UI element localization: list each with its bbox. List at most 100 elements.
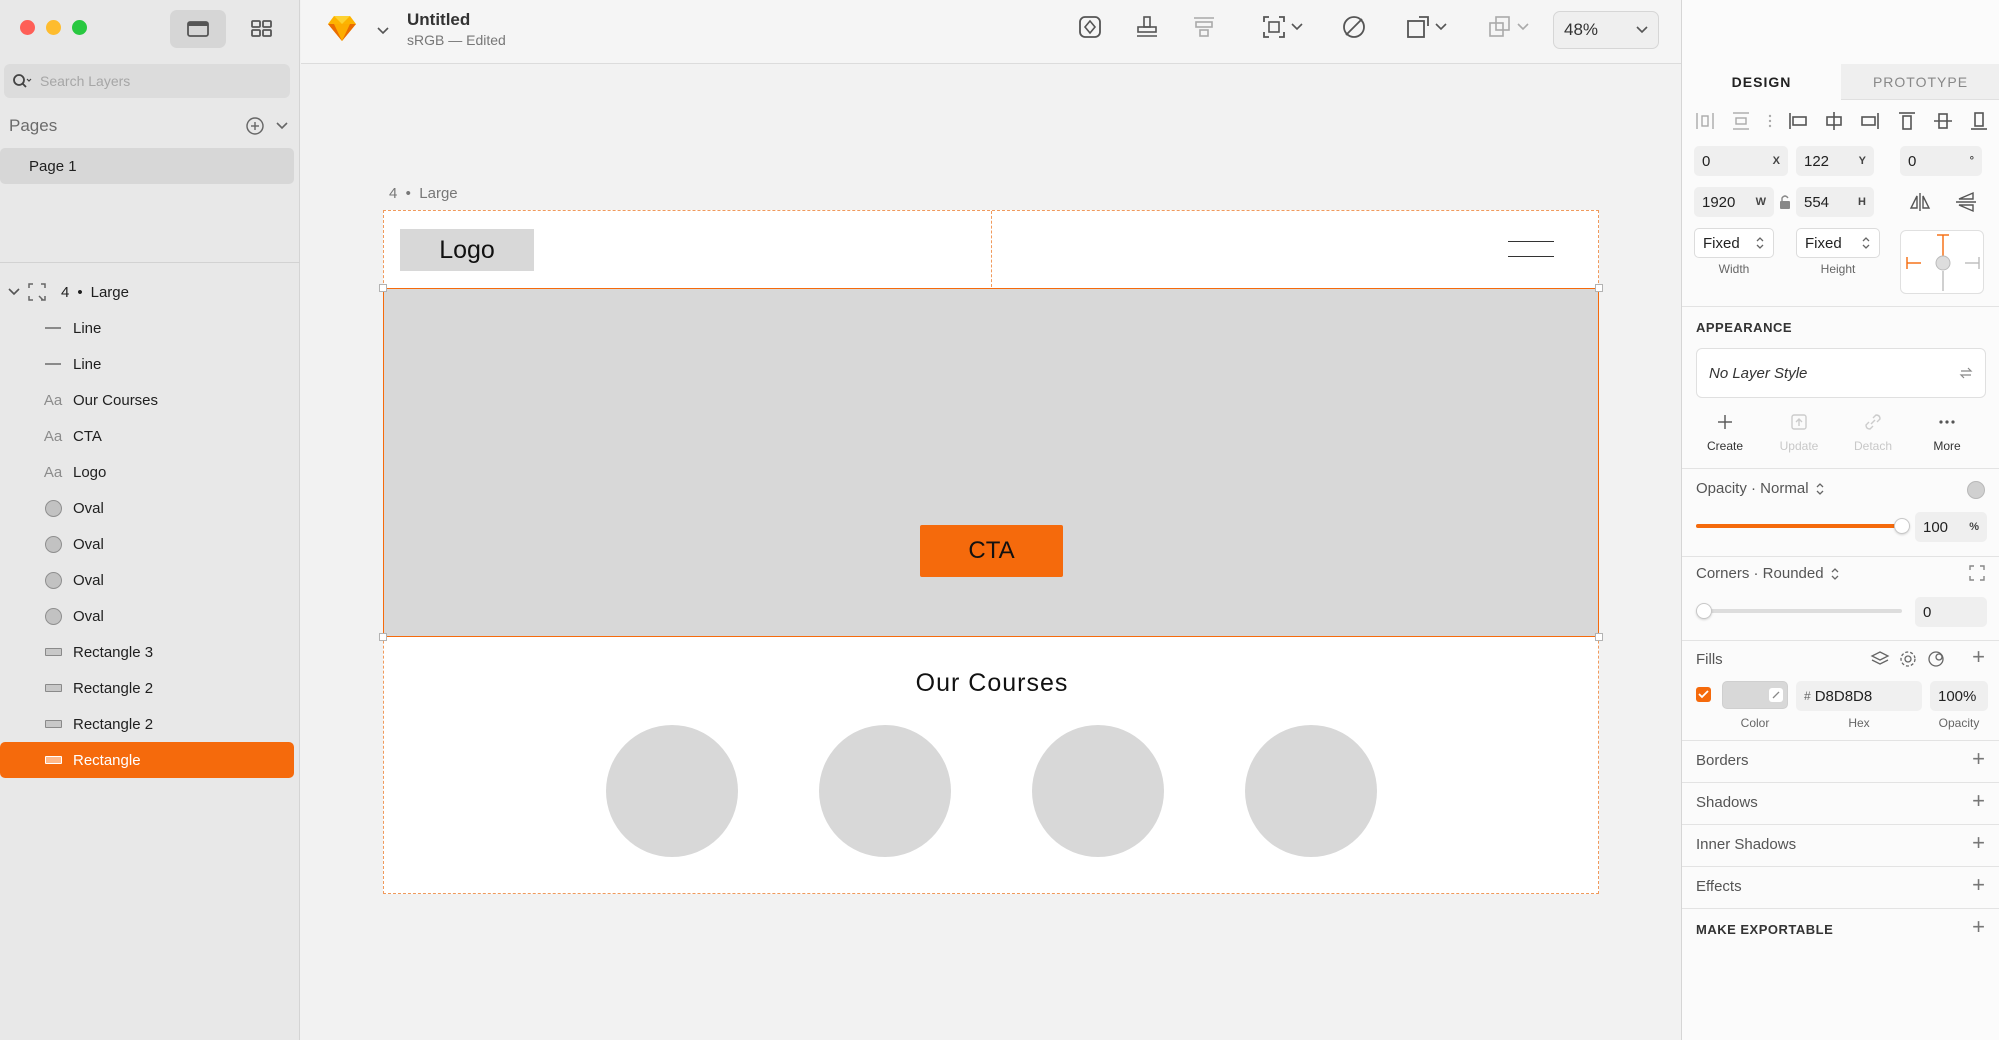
course-oval[interactable] <box>1032 725 1164 857</box>
components-view-button[interactable] <box>234 10 290 48</box>
layer-oval-2[interactable]: Oval <box>0 526 300 562</box>
width-resize-select[interactable]: Fixed <box>1694 228 1774 258</box>
gear-icon[interactable] <box>1898 649 1918 669</box>
corners-style-select[interactable]: Corners · Rounded <box>1696 565 1840 582</box>
hamburger-menu-icon[interactable] <box>1508 241 1554 257</box>
fill-color-swatch[interactable] <box>1722 681 1788 709</box>
distribute-button[interactable] <box>1191 14 1217 40</box>
mask-button[interactable] <box>1341 14 1367 40</box>
rotation-field[interactable]: 0 ° <box>1900 146 1982 176</box>
flip-horizontal-icon[interactable] <box>1908 191 1932 213</box>
y-position-field[interactable]: 122 Y <box>1796 146 1874 176</box>
layer-oval-1[interactable]: Oval <box>0 490 300 526</box>
align-bottom-icon[interactable] <box>1968 110 1990 132</box>
app-menu-button[interactable] <box>327 14 357 42</box>
layers-stack-icon[interactable] <box>1870 649 1890 669</box>
pin-constraints-widget[interactable] <box>1900 230 1984 294</box>
distribute-horizontal-icon[interactable] <box>1694 110 1716 132</box>
add-shadow-button[interactable]: + <box>1972 790 1985 812</box>
layer-group-large[interactable]: 4 • Large <box>0 274 300 310</box>
chevron-down-icon[interactable] <box>8 288 20 296</box>
design-canvas[interactable]: 4 • Large Logo CTA Our Courses <box>301 65 1681 1040</box>
resize-tool-button[interactable] <box>1405 14 1447 40</box>
layer-oval-3[interactable]: Oval <box>0 562 300 598</box>
corner-radius-slider[interactable] <box>1696 609 1902 613</box>
color-variables-icon[interactable] <box>1926 649 1946 669</box>
tab-prototype[interactable]: PROTOTYPE <box>1841 64 1999 100</box>
page-item-page-1[interactable]: Page 1 <box>0 148 294 184</box>
document-menu-button[interactable] <box>377 22 389 40</box>
course-oval[interactable] <box>819 725 951 857</box>
layer-style-select[interactable]: No Layer Style <box>1696 348 1986 398</box>
add-inner-shadow-button[interactable]: + <box>1972 832 1985 854</box>
corner-radius-slider-knob[interactable] <box>1696 603 1712 619</box>
align-top-icon[interactable] <box>1896 110 1918 132</box>
layer-rectangle-2b[interactable]: Rectangle 2 <box>0 706 300 742</box>
flip-vertical-icon[interactable] <box>1954 191 1978 213</box>
layer-line-1[interactable]: Line <box>0 310 300 346</box>
width-field[interactable]: 1920 W <box>1694 187 1774 217</box>
layer-cta[interactable]: Aa CTA <box>0 418 300 454</box>
zoom-window-button[interactable] <box>72 20 87 35</box>
add-export-button[interactable]: + <box>1972 916 1985 938</box>
more-style-button[interactable]: More <box>1912 412 1982 453</box>
lock-icon[interactable] <box>1778 194 1792 210</box>
resize-handle[interactable] <box>1595 633 1603 641</box>
update-style-button[interactable]: Update <box>1764 412 1834 453</box>
collapse-pages-button[interactable] <box>275 121 289 131</box>
corner-radius-field[interactable]: 0 <box>1915 597 1987 627</box>
height-field[interactable]: 554 H <box>1796 187 1874 217</box>
layer-oval-4[interactable]: Oval <box>0 598 300 634</box>
logo-placeholder[interactable]: Logo <box>400 229 534 271</box>
height-resize-select[interactable]: Fixed <box>1796 228 1880 258</box>
add-fill-button[interactable]: + <box>1972 646 1985 668</box>
resize-handle[interactable] <box>1595 284 1603 292</box>
cta-button[interactable]: CTA <box>920 525 1063 577</box>
fill-hex-field[interactable]: # D8D8D8 <box>1796 681 1922 711</box>
artboard-large[interactable]: Logo CTA Our Courses <box>379 210 1603 894</box>
add-effect-button[interactable]: + <box>1972 874 1985 896</box>
fill-opacity-field[interactable]: 100% <box>1930 681 1988 711</box>
boolean-ops-button[interactable] <box>1487 14 1529 40</box>
course-oval[interactable] <box>606 725 738 857</box>
create-symbol-button[interactable] <box>1077 14 1103 40</box>
create-style-button[interactable]: Create <box>1690 412 1760 453</box>
opacity-blend-select[interactable]: Opacity · Normal <box>1696 480 1825 497</box>
align-middle-icon[interactable] <box>1932 110 1954 132</box>
opacity-toggle[interactable] <box>1967 481 1985 499</box>
opacity-value-field[interactable]: 100 % <box>1915 512 1987 542</box>
layer-rectangle-3[interactable]: Rectangle 3 <box>0 634 300 670</box>
zoom-dropdown[interactable]: 48% <box>1553 11 1659 49</box>
canvas-view-button[interactable] <box>170 10 226 48</box>
align-right-icon[interactable] <box>1859 110 1881 132</box>
x-position-field[interactable]: 0X <box>1694 146 1788 176</box>
frame-tool-button[interactable] <box>1261 14 1303 40</box>
more-dots-vertical-icon[interactable] <box>1767 110 1773 132</box>
search-input[interactable] <box>40 73 270 89</box>
header-divider-line[interactable] <box>991 211 992 287</box>
detach-style-button[interactable]: Detach <box>1838 412 1908 453</box>
layer-rectangle-selected[interactable]: Rectangle <box>0 742 294 778</box>
distribute-vertical-icon[interactable] <box>1730 110 1752 132</box>
our-courses-heading[interactable]: Our Courses <box>384 669 1600 698</box>
align-left-icon[interactable] <box>1787 110 1809 132</box>
minimize-window-button[interactable] <box>46 20 61 35</box>
resize-handle[interactable] <box>379 284 387 292</box>
hero-rectangle[interactable]: CTA <box>379 284 1603 641</box>
opacity-slider[interactable] <box>1696 524 1902 528</box>
layer-rectangle-2a[interactable]: Rectangle 2 <box>0 670 300 706</box>
layer-line-2[interactable]: Line <box>0 346 300 382</box>
close-window-button[interactable] <box>20 20 35 35</box>
layer-logo[interactable]: Aa Logo <box>0 454 300 490</box>
align-center-horizontal-icon[interactable] <box>1823 110 1845 132</box>
add-border-button[interactable]: + <box>1972 748 1985 770</box>
tab-design[interactable]: DESIGN <box>1682 64 1841 100</box>
layer-our-courses[interactable]: Aa Our Courses <box>0 382 300 418</box>
add-page-button[interactable] <box>245 116 265 136</box>
course-oval[interactable] <box>1245 725 1377 857</box>
align-bottom-button[interactable] <box>1134 14 1160 40</box>
fill-enabled-checkbox[interactable] <box>1696 687 1711 702</box>
expand-corners-icon[interactable] <box>1969 565 1985 581</box>
opacity-slider-knob[interactable] <box>1894 518 1910 534</box>
artboard-label[interactable]: 4 • Large <box>389 185 458 202</box>
